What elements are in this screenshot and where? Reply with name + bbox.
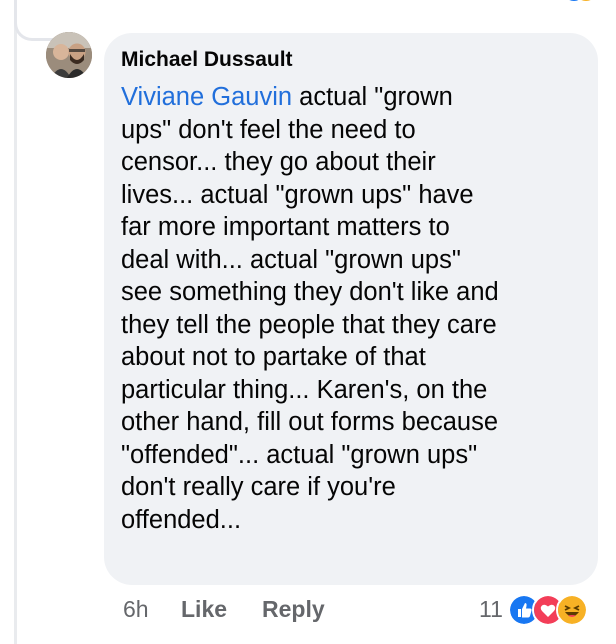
reaction-summary[interactable]	[508, 594, 598, 626]
previous-comment-actions-cut	[60, 0, 596, 14]
comment-line: far more important matters to	[121, 213, 450, 241]
comment-line-1: Viviane Gauvin actual "grown	[121, 83, 453, 111]
comment-line: censor... they go about their	[121, 148, 436, 176]
thread-line	[14, 0, 17, 644]
comment-timestamp[interactable]: 6h	[123, 596, 149, 623]
avatar-photo	[46, 32, 92, 78]
reaction-count[interactable]: 11	[479, 596, 503, 623]
like-button[interactable]: Like	[181, 596, 227, 623]
mention-link[interactable]: Viviane Gauvin	[121, 83, 292, 111]
previous-reactions-cut	[536, 0, 596, 6]
comment-line: don't really care if you're	[121, 473, 396, 501]
comment-line: about not to partake of that	[121, 343, 426, 371]
comment-line: ups" don't feel the need to	[121, 115, 416, 144]
comment-line: "offended"... actual "grown ups"	[121, 440, 478, 469]
haha-icon	[556, 594, 588, 626]
comment-line: particular thing... Karen's, on the	[121, 375, 488, 404]
comment-line: other hand, fill out forms because	[121, 408, 499, 436]
comment-line: they tell the people that they care	[121, 310, 497, 339]
comment-line: deal with... actual "grown ups"	[121, 245, 461, 274]
comment-bubble: Michael Dussault Viviane Gauvin actual "…	[104, 33, 598, 585]
comment-line: offended...	[121, 505, 242, 534]
reply-button[interactable]: Reply	[262, 596, 325, 623]
comment-text: Viviane Gauvin actual "grown ups" don't …	[121, 81, 591, 536]
comment-thread: Michael Dussault Viviane Gauvin actual "…	[0, 0, 616, 644]
comment-author[interactable]: Michael Dussault	[121, 48, 293, 72]
avatar[interactable]	[46, 32, 92, 78]
comment-line: see something they don't like and	[121, 278, 499, 306]
comment-line: lives... actual "grown ups" have	[121, 180, 474, 209]
